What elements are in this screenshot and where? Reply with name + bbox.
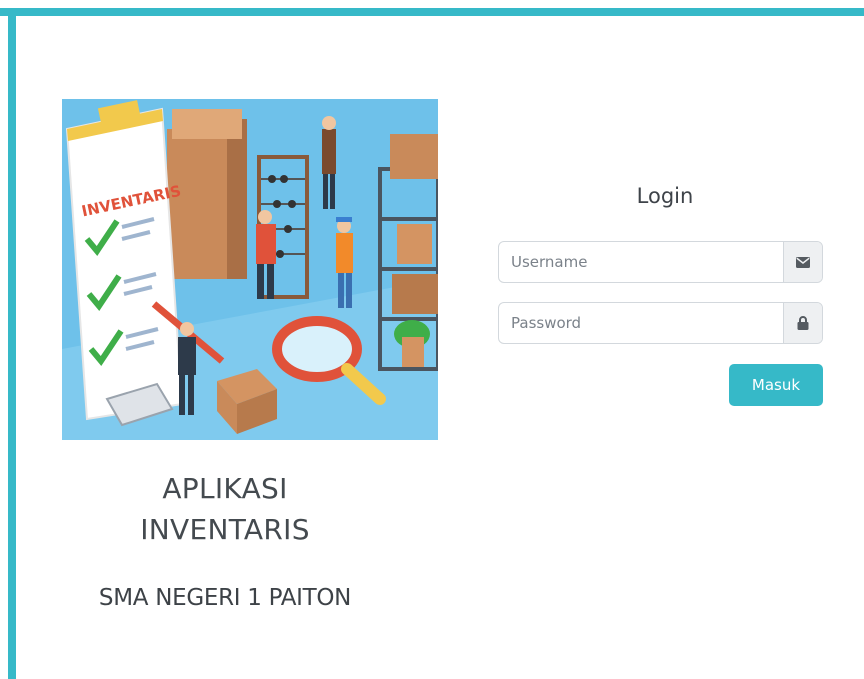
- login-title: Login: [636, 184, 694, 208]
- page-frame: INVENTARIS APLIKASI INVENTARIS SMA NEGER…: [0, 0, 864, 679]
- app-title: APLIKASI INVENTARIS: [62, 468, 388, 550]
- school-name: SMA NEGERI 1 PAITON: [98, 585, 352, 611]
- password-input-group: [498, 302, 823, 344]
- lock-icon: [783, 303, 822, 343]
- password-input[interactable]: [499, 303, 783, 343]
- left-accent-border: [8, 8, 16, 679]
- inventory-illustration: INVENTARIS: [62, 99, 438, 440]
- username-input-group: [498, 241, 823, 283]
- masuk-button[interactable]: Masuk: [729, 364, 823, 406]
- envelope-icon: [783, 242, 822, 282]
- top-accent-border: [0, 8, 864, 16]
- app-title-line2: INVENTARIS: [140, 513, 310, 546]
- username-input[interactable]: [499, 242, 783, 282]
- app-title-line1: APLIKASI: [162, 472, 288, 505]
